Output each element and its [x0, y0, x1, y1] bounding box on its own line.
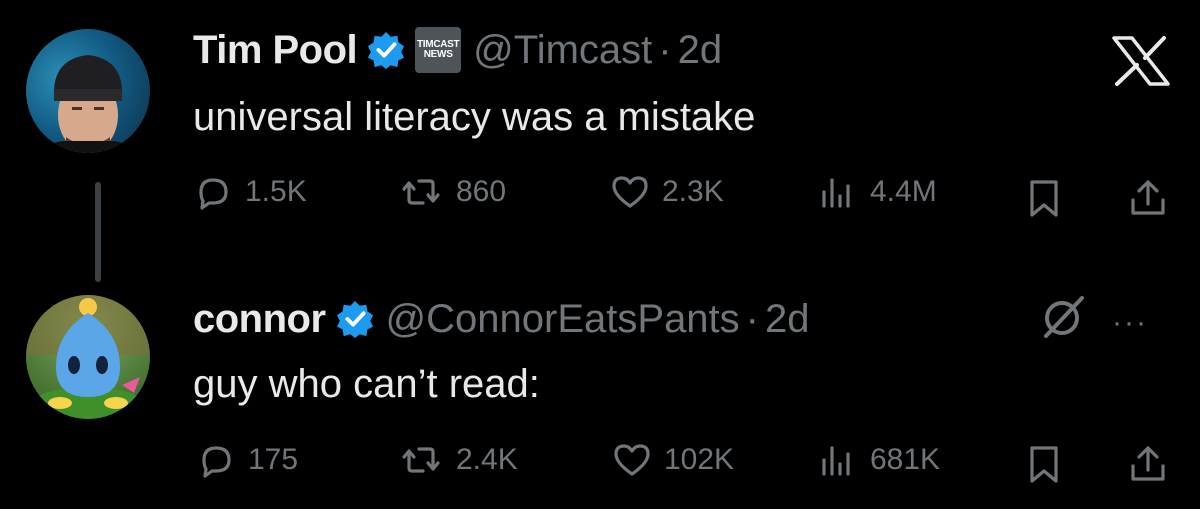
- share-icon[interactable]: [1128, 178, 1168, 218]
- tweet1-views-button[interactable]: 4.4M: [818, 172, 937, 212]
- tweet2-author-name[interactable]: connor: [193, 297, 326, 342]
- repost-count: 2.4K: [456, 443, 518, 476]
- tweet2-text: guy who can’t read:: [193, 362, 540, 406]
- avatar-tim-pool[interactable]: [26, 29, 150, 153]
- avatar-image: [26, 295, 150, 419]
- tweet2-repost-button[interactable]: 2.4K: [398, 440, 518, 480]
- views-icon: [822, 178, 850, 208]
- like-icon: [612, 176, 648, 208]
- bookmark-icon[interactable]: [1024, 444, 1064, 484]
- tweet2-timestamp[interactable]: 2d: [765, 297, 810, 342]
- avatar-image: [46, 55, 130, 153]
- bookmark-icon[interactable]: [1024, 178, 1064, 218]
- repost-count: 860: [456, 175, 507, 208]
- tweet1-author-name[interactable]: Tim Pool: [193, 28, 358, 73]
- repost-icon: [402, 447, 440, 473]
- grok-icon[interactable]: [1040, 294, 1086, 340]
- tweet1-text: universal literacy was a mistake: [193, 95, 756, 139]
- thread-line: [95, 182, 101, 282]
- verified-icon: [336, 300, 373, 338]
- verified-icon: [368, 31, 405, 69]
- tweet2-handle[interactable]: @ConnorEatsPants: [386, 297, 740, 342]
- tweet1-header: Tim Pool TIMCAST NEWS @Timcast · 2d: [193, 20, 722, 80]
- avatar-connor[interactable]: [26, 295, 150, 419]
- tweet2-header: connor @ConnorEatsPants · 2d: [193, 289, 810, 349]
- like-icon: [614, 444, 650, 476]
- separator-dot: ·: [658, 27, 672, 72]
- affiliation-badge-icon[interactable]: TIMCAST NEWS: [415, 27, 462, 73]
- more-icon[interactable]: ···: [1112, 306, 1148, 340]
- reply-count: 175: [248, 443, 299, 476]
- tweet2-views-button[interactable]: 681K: [818, 440, 940, 480]
- repost-icon: [402, 179, 440, 205]
- views-count: 681K: [870, 443, 941, 476]
- affiliation-line-2: NEWS: [423, 49, 453, 60]
- tweet1-repost-button[interactable]: 860: [398, 172, 506, 212]
- reply-icon: [202, 446, 231, 478]
- reply-icon: [199, 178, 228, 210]
- like-count: 2.3K: [662, 175, 724, 208]
- x-logo-icon[interactable]: [1112, 36, 1170, 86]
- tweet2-like-button[interactable]: 102K: [612, 440, 734, 480]
- like-count: 102K: [664, 443, 735, 476]
- views-icon: [822, 446, 850, 476]
- separator-dot: ·: [745, 296, 759, 341]
- tweet1-reply-button[interactable]: 1.5K: [193, 172, 307, 212]
- views-count: 4.4M: [870, 175, 937, 208]
- reply-count: 1.5K: [245, 175, 307, 208]
- share-icon[interactable]: [1128, 444, 1168, 484]
- tweet1-handle[interactable]: @Timcast: [473, 28, 652, 73]
- tweet2-reply-button[interactable]: 175: [196, 440, 298, 480]
- tweet1-timestamp[interactable]: 2d: [678, 28, 723, 73]
- tweet1-like-button[interactable]: 2.3K: [610, 172, 724, 212]
